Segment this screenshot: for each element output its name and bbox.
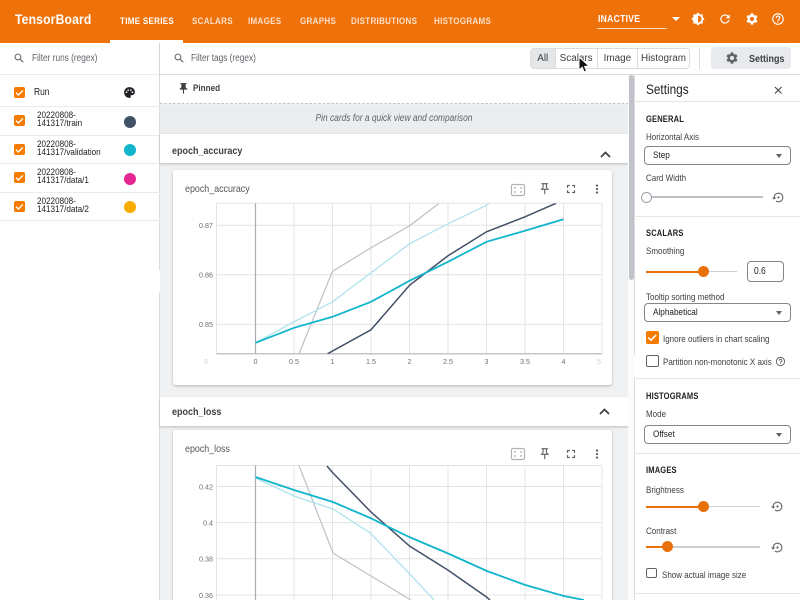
svg-text:0.87: 0.87 <box>199 221 213 230</box>
svg-text:4: 4 <box>561 357 565 366</box>
svg-text:0.42: 0.42 <box>199 482 213 491</box>
svg-text:2: 2 <box>407 357 411 366</box>
svg-text:3: 3 <box>484 357 488 366</box>
svg-text:0.5: 0.5 <box>289 357 299 366</box>
svg-text:0.38: 0.38 <box>199 555 213 564</box>
svg-text:0.85: 0.85 <box>199 320 213 329</box>
svg-text:3.5: 3.5 <box>520 357 530 366</box>
svg-text:2.5: 2.5 <box>443 357 453 366</box>
svg-text:0: 0 <box>254 357 258 366</box>
svg-text:5: 5 <box>204 357 208 366</box>
svg-text:5: 5 <box>597 357 601 366</box>
svg-text:1.5: 1.5 <box>366 357 376 366</box>
svg-text:1: 1 <box>331 357 335 366</box>
svg-text:0.86: 0.86 <box>199 271 213 280</box>
svg-text:0.36: 0.36 <box>199 591 213 600</box>
svg-text:0.4: 0.4 <box>203 518 213 527</box>
